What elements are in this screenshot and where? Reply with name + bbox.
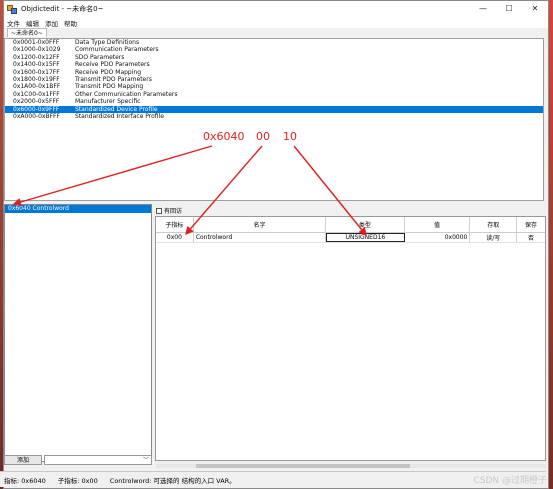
range-label: Receive PDO Mapping — [75, 68, 142, 76]
index-range-list[interactable]: 0x0001-0x0FFF Data Type Definitions 0x1000… — [4, 38, 544, 201]
range-row[interactable]: 0x1A00-0x1BFF Transmit PDO Mapping — [5, 83, 543, 90]
cell-name[interactable]: Controlword — [194, 233, 327, 242]
tab-strip: ~未命名0~ — [4, 28, 548, 37]
status-description: Controlword: 可选择的 结构的入口 VAR。 — [109, 476, 236, 485]
advanced-checkbox[interactable] — [156, 207, 162, 214]
col-subindex[interactable]: 子指标 — [156, 217, 194, 232]
index-list[interactable]: 0x6040 Controlword — [4, 204, 152, 462]
range-row[interactable]: 0x1800-0x19FF Transmit PDO Parameters — [5, 76, 543, 83]
status-bar: 指标: 0x6040 子指标: 0x00 Controlword: 可选择的 结… — [0, 471, 546, 487]
range-hex: 0x1C00-0x1FFF — [13, 90, 60, 98]
col-type[interactable]: 类型 — [326, 217, 405, 232]
range-label: Receive PDO Parameters — [75, 61, 150, 69]
add-button[interactable]: 添加 — [4, 455, 42, 465]
range-hex: 0xA000-0xBFFF — [13, 112, 60, 120]
range-label: Standardized Device Profile — [75, 105, 158, 113]
table-row[interactable]: 0x00 Controlword UNSIGNED16 0x0000 读/写 否 — [156, 233, 545, 243]
range-row[interactable]: 0x0001-0x0FFF Data Type Definitions — [5, 39, 543, 46]
cell-value[interactable]: 0x0000 — [405, 233, 471, 242]
menu-add[interactable]: 添加 — [42, 18, 61, 28]
range-row[interactable]: 0x6000-0x9FFF Standardized Device Profile — [5, 105, 543, 113]
range-row[interactable]: 0x1400-0x15FF Receive PDO Parameters — [5, 61, 543, 68]
menu-edit[interactable]: 编辑 — [23, 18, 42, 28]
maximize-button[interactable]: ☐ — [496, 1, 522, 17]
menu-help[interactable]: 帮助 — [61, 18, 80, 28]
chevron-down-icon: ﹀ — [142, 457, 149, 464]
col-access[interactable]: 存取 — [470, 217, 518, 232]
range-hex: 0x1200-0x12FF — [13, 53, 60, 61]
window-title: Objdictedit - ~未命名0~ — [21, 5, 104, 13]
close-button[interactable]: ✕ — [522, 1, 548, 17]
desktop-background-right — [549, 0, 553, 489]
range-hex: 0x2000-0x5FFF — [13, 98, 60, 106]
subindex-table: 子指标 名字 类型 值 存取 保存 0x00 Controlword UNSIG… — [155, 216, 546, 461]
horizontal-scrollbar[interactable] — [156, 464, 546, 468]
index-actions: 添加 ﹀ — [4, 455, 152, 466]
status-index: 指标: 0x6040 — [4, 476, 46, 485]
cell-type[interactable]: UNSIGNED16 — [326, 233, 405, 242]
advanced-label: 有回访 — [164, 208, 183, 215]
annotation-index: 0x6040 — [203, 130, 245, 143]
advanced-toggle[interactable]: 有回访 — [156, 206, 182, 215]
range-hex: 0x0001-0x0FFF — [13, 39, 60, 46]
range-row[interactable]: 0x1600-0x17FF Receive PDO Mapping — [5, 69, 543, 76]
range-label: Transmit PDO Parameters — [75, 75, 152, 83]
range-label: Standardized Interface Profile — [75, 112, 164, 120]
range-row[interactable]: 0x1000-0x1029 Communication Parameters — [5, 46, 543, 53]
range-label: Transmit PDO Mapping — [75, 83, 144, 91]
tab-document[interactable]: ~未命名0~ — [7, 28, 47, 37]
minimize-button[interactable]: — — [470, 1, 496, 17]
index-combo[interactable]: ﹀ — [44, 455, 152, 465]
table-header: 子指标 名字 类型 值 存取 保存 — [156, 217, 545, 233]
col-value[interactable]: 值 — [405, 217, 471, 232]
range-hex: 0x1400-0x15FF — [13, 61, 60, 69]
range-hex: 0x6000-0x9FFF — [13, 105, 60, 113]
title-bar: Objdictedit - ~未命名0~ — ☐ ✕ — [4, 1, 548, 17]
col-save[interactable]: 保存 — [517, 217, 545, 232]
cell-access[interactable]: 读/写 — [470, 233, 518, 242]
range-label: Communication Parameters — [75, 46, 159, 54]
menu-file[interactable]: 文件 — [4, 18, 23, 28]
range-label: Data Type Definitions — [75, 39, 140, 46]
watermark: CSDN @过期橙子 — [473, 476, 547, 486]
range-hex: 0x1600-0x17FF — [13, 68, 60, 76]
scrollbar-thumb[interactable] — [196, 464, 410, 468]
col-name[interactable]: 名字 — [194, 217, 327, 232]
range-hex: 0x1800-0x19FF — [13, 75, 60, 83]
range-hex: 0x1000-0x1029 — [13, 46, 61, 54]
range-hex: 0x1A00-0x1BFF — [13, 83, 61, 91]
cell-subindex[interactable]: 0x00 — [156, 233, 194, 242]
range-label: Other Communication Parameters — [75, 90, 178, 98]
range-row[interactable]: 0xA000-0xBFFF Standardized Interface Prof… — [5, 113, 543, 120]
annotation-subindex: 00 — [256, 130, 270, 143]
annotation-type: 10 — [283, 130, 297, 143]
range-row[interactable]: 0x2000-0x5FFF Manufacturer Specific — [5, 98, 543, 105]
range-label: Manufacturer Specific — [75, 98, 141, 106]
status-subindex: 子指标: 0x00 — [57, 476, 98, 485]
range-row[interactable]: 0x1200-0x12FF SDO Parameters — [5, 54, 543, 61]
app-icon — [7, 4, 17, 14]
index-list-item[interactable]: 0x6040 Controlword — [5, 205, 151, 213]
menu-bar: 文件 编辑 添加 帮助 — [4, 17, 548, 28]
range-label: SDO Parameters — [75, 53, 125, 61]
range-row[interactable]: 0x1C00-0x1FFF Other Communication Paramet… — [5, 91, 543, 98]
cell-save[interactable]: 否 — [517, 233, 545, 242]
